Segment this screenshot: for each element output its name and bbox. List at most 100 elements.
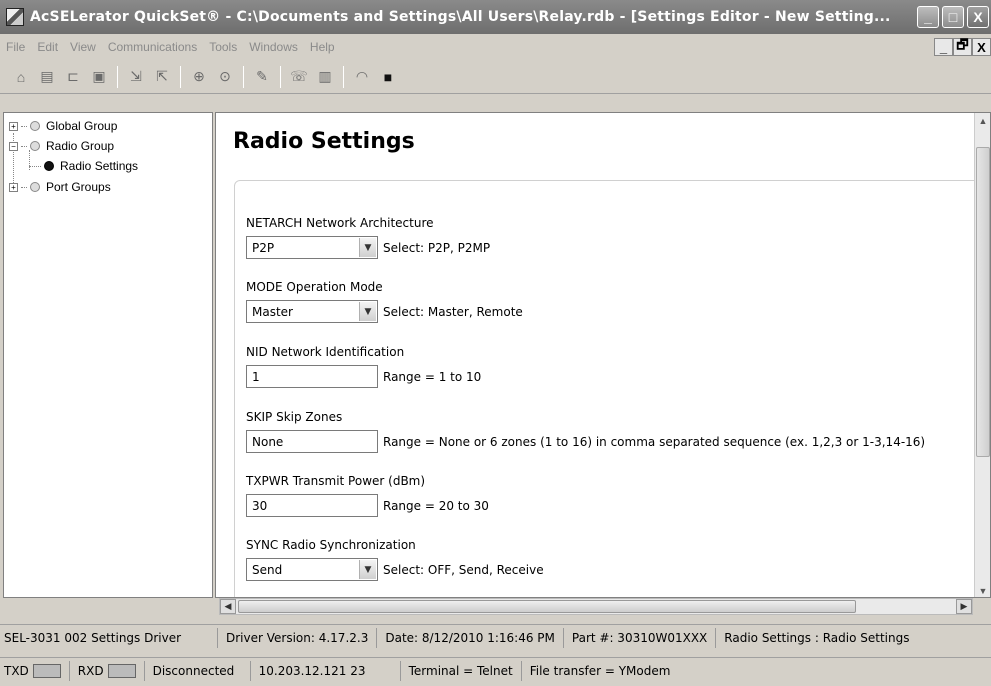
setting-netarch: NETARCH Network Architecture P2P ▼ Selec… [246,216,490,259]
setting-hint: Range = 20 to 30 [383,498,489,513]
setting-txpwr: TXPWR Transmit Power (dBm) 30 Range = 20… [246,474,489,517]
menu-windows[interactable]: Windows [243,40,304,54]
connection-status: Disconnected [145,661,251,681]
dropdown-value: P2P [252,240,275,255]
menu-tools[interactable]: Tools [203,40,243,54]
scroll-down-icon[interactable]: ▼ [975,583,990,597]
horizontal-scrollbar[interactable]: ◀ ▶ [219,598,973,615]
setting-mode: MODE Operation Mode Master ▼ Select: Mas… [246,280,523,323]
open-folder-icon[interactable]: ⊏ [64,68,82,86]
node-icon [30,182,40,192]
tree-item-radio-group[interactable]: − Radio Group [9,139,114,153]
mdi-restore-button[interactable]: 🗗 [953,37,972,56]
chevron-down-icon[interactable]: ▼ [359,560,376,579]
settings-tree: + Global Group − Radio Group Radio Setti… [3,112,213,598]
dropdown-value: Send [252,562,283,577]
menu-file[interactable]: File [0,40,31,54]
app-icon [6,8,24,26]
meter-icon[interactable]: ◠ [353,68,371,86]
home-icon[interactable]: ⌂ [12,68,30,86]
toolbar-separator [243,65,244,88]
window-title: AcSELerator QuickSet® - C:\Documents and… [30,9,891,25]
txpwr-input[interactable]: 30 [246,494,378,517]
expand-icon[interactable]: + [9,121,18,131]
mdi-close-button[interactable]: X [972,38,991,56]
mdi-minimize-button[interactable]: _ [934,38,953,56]
dropdown-value: Master [252,304,293,319]
rxd-led-icon [107,664,136,678]
setting-label: MODE Operation Mode [246,280,383,294]
setting-hint: Range = 1 to 10 [383,369,482,384]
driver-version: Driver Version: 4.17.2.3 [218,628,378,648]
txd-label: TXD [4,664,29,678]
new-document-icon[interactable]: ▤ [38,68,56,86]
vertical-scroll-thumb[interactable] [976,147,990,457]
chevron-down-icon[interactable]: ▼ [359,238,376,257]
horizontal-scroll-thumb[interactable] [238,600,856,613]
setting-hint: Select: Master, Remote [383,304,523,319]
mode-dropdown[interactable]: Master ▼ [246,300,378,323]
menu-view[interactable]: View [64,40,102,54]
save-icon[interactable]: ▣ [90,68,108,86]
maximize-button[interactable]: □ [942,6,964,28]
download-icon[interactable]: ⊕ [190,68,208,86]
tree-item-radio-settings[interactable]: Radio Settings [29,159,138,173]
node-icon [30,121,40,131]
scroll-right-icon[interactable]: ▶ [956,599,972,614]
vertical-scrollbar[interactable]: ▲ ▼ [974,113,990,597]
toolbar-separator [280,65,281,88]
setting-nid: NID Network Identification 1 Range = 1 t… [246,345,481,388]
setting-label: SYNC Radio Synchronization [246,538,416,552]
terminal-type: Terminal = Telnet [401,661,522,681]
node-icon [30,141,40,151]
tree-item-label: Radio Settings [60,159,139,173]
connection-status-bar: TXD RXD Disconnected 10.203.12.121 23 Te… [0,657,991,684]
setting-label: NID Network Identification [246,345,405,359]
import-icon[interactable]: ⇲ [127,68,145,86]
netarch-dropdown[interactable]: P2P ▼ [246,236,378,259]
tree-item-global-group[interactable]: + Global Group [9,119,117,133]
setting-sync: SYNC Radio Synchronization Send ▼ Select… [246,538,544,581]
tree-item-port-groups[interactable]: + Port Groups [9,180,111,194]
setting-skip: SKIP Skip Zones None Range = None or 6 z… [246,410,925,453]
abc-settings-icon[interactable]: ✎ [253,68,271,86]
toolbar: ⌂ ▤ ⊏ ▣ ⇲ ⇱ ⊕ ⊙ ✎ ☏ ▥ ◠ ■ [0,60,991,94]
connect-icon[interactable]: ☏ [290,68,308,86]
current-location: Radio Settings : Radio Settings [724,631,910,645]
rxd-label: RXD [77,664,104,678]
file-transfer-protocol: File transfer = YModem [529,664,671,678]
driver-name: SEL-3031 002 Settings Driver [0,628,218,648]
device-icon[interactable]: ▥ [316,68,334,86]
toolbar-separator [180,65,181,88]
scroll-left-icon[interactable]: ◀ [220,599,236,614]
skip-input[interactable]: None [246,430,378,453]
upload-icon[interactable]: ⊙ [216,68,234,86]
expand-icon[interactable]: + [9,182,18,192]
close-button[interactable]: X [967,6,989,28]
setting-hint: Select: P2P, P2MP [383,240,491,255]
scroll-up-icon[interactable]: ▲ [975,113,990,129]
menu-help[interactable]: Help [304,40,341,54]
setting-label: SKIP Skip Zones [246,410,343,424]
setting-hint: Range = None or 6 zones (1 to 16) in com… [383,434,926,449]
minimize-button[interactable]: _ [917,6,939,28]
tree-item-label: Global Group [46,119,118,133]
setting-label: TXPWR Transmit Power (dBm) [246,474,426,488]
menu-communications[interactable]: Communications [102,40,203,54]
toolbar-separator [117,65,118,88]
menu-bar: File Edit View Communications Tools Wind… [0,34,991,60]
export-icon[interactable]: ⇱ [153,68,171,86]
terminal-icon[interactable]: ■ [379,68,397,86]
tree-item-label: Port Groups [46,180,111,194]
menu-edit[interactable]: Edit [31,40,64,54]
setting-hint: Select: OFF, Send, Receive [383,562,544,577]
collapse-icon[interactable]: − [9,141,18,151]
title-bar: AcSELerator QuickSet® - C:\Documents and… [0,0,991,34]
sync-dropdown[interactable]: Send ▼ [246,558,378,581]
txd-led-icon [32,664,61,678]
chevron-down-icon[interactable]: ▼ [359,302,376,321]
toolbar-separator [343,65,344,88]
part-number: Part #: 30310W01XXX [564,628,717,648]
setting-label: NETARCH Network Architecture [246,216,434,230]
nid-input[interactable]: 1 [246,365,378,388]
